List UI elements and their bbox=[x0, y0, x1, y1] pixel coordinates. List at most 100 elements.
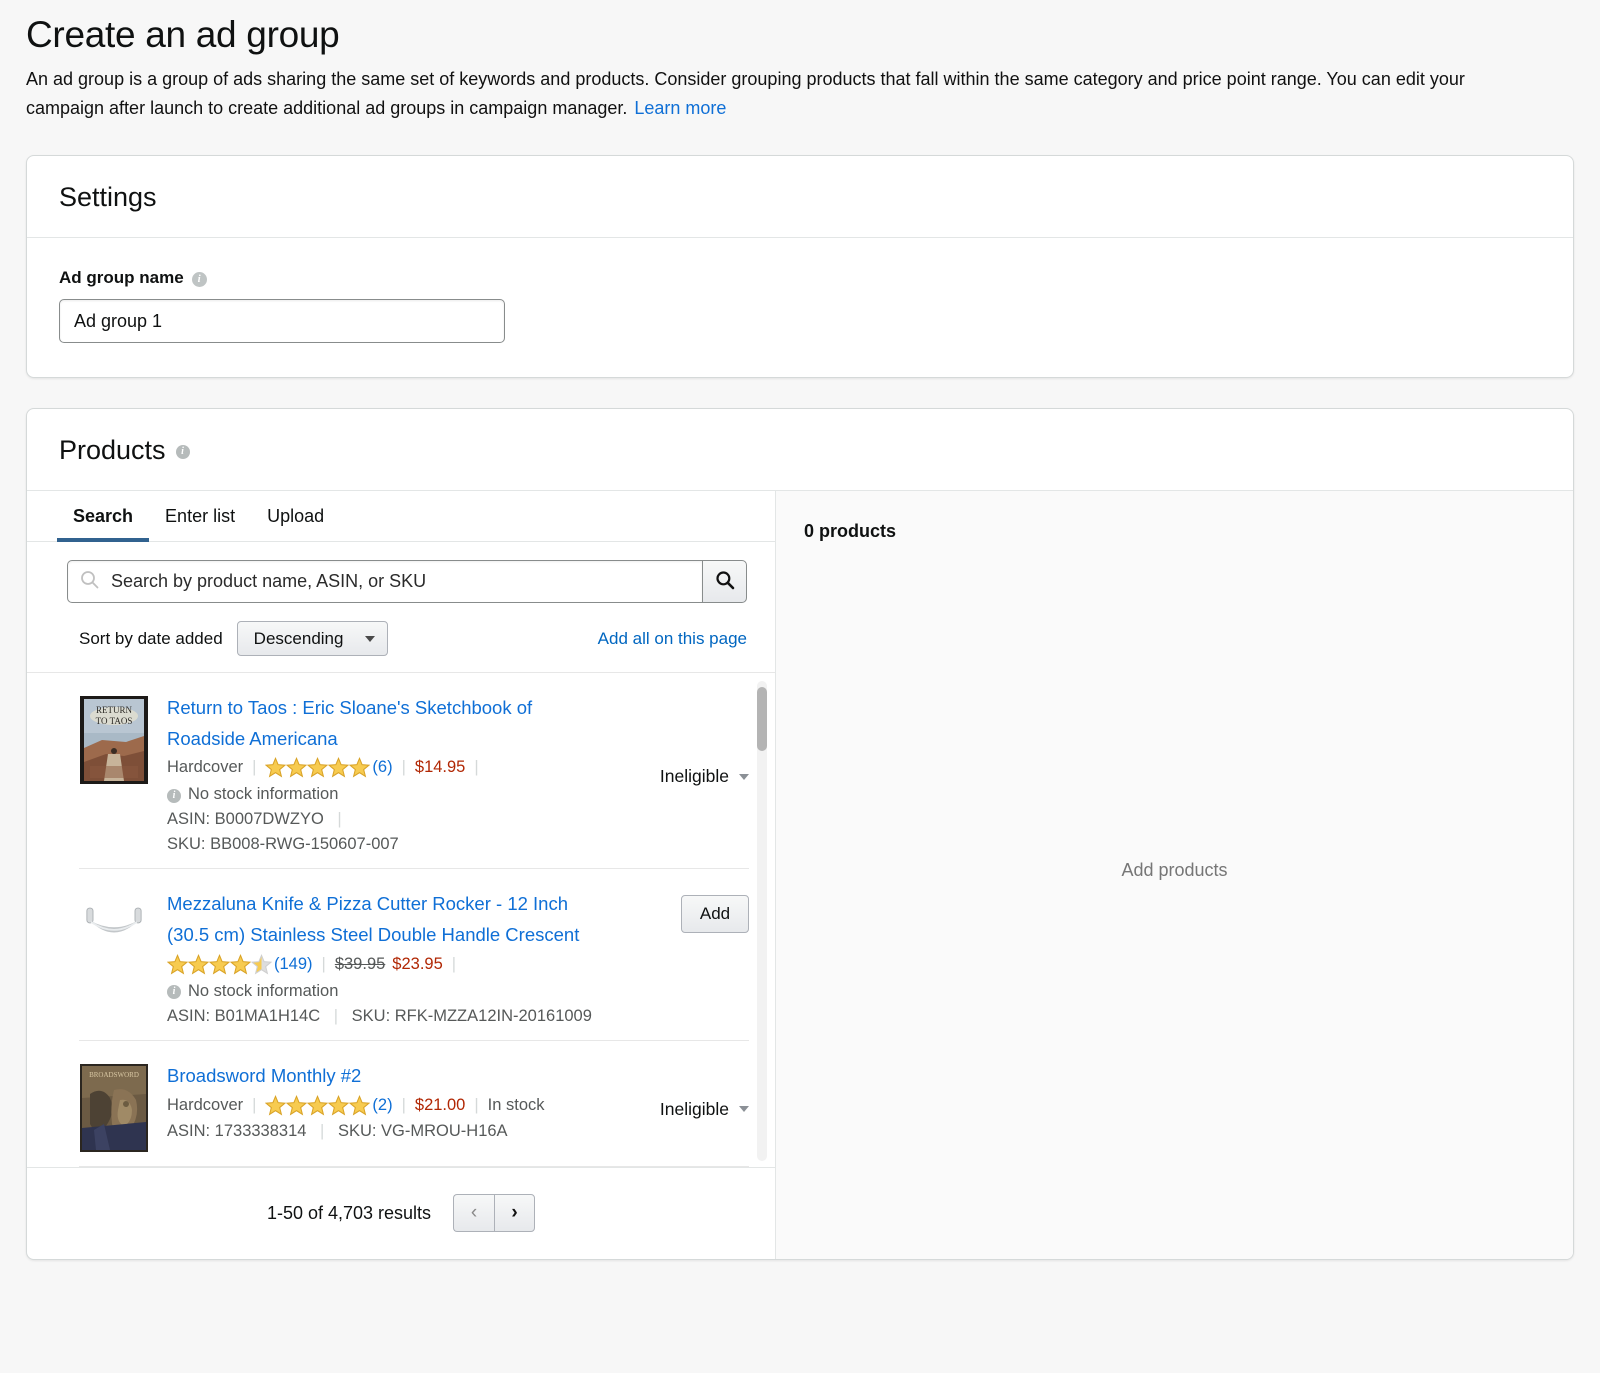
learn-more-link[interactable]: Learn more bbox=[634, 98, 726, 118]
product-info: Return to Taos : Eric Sloane's Sketchboo… bbox=[167, 693, 601, 854]
product-list-price: $39.95 bbox=[334, 954, 386, 973]
list-item: BROADSWORD Broadsword Monthly #2 Hardcov… bbox=[79, 1041, 749, 1167]
ad-group-name-label-row: Ad group name i bbox=[59, 268, 1541, 288]
product-sku: SKU: VG-MROU-H16A bbox=[337, 1121, 508, 1140]
star-rating-icon bbox=[167, 953, 272, 975]
status-label: Ineligible bbox=[659, 1098, 729, 1119]
selected-products-count: 0 products bbox=[804, 521, 897, 542]
chevron-down-icon bbox=[739, 1106, 749, 1113]
product-sku: SKU: RFK-MZZA12IN-20161009 bbox=[351, 1006, 592, 1025]
previous-page-button[interactable]: ‹ bbox=[453, 1194, 495, 1233]
settings-heading-label: Settings bbox=[59, 182, 157, 213]
product-meta-row: Hardcover | (2) | $21.00 | In stock bbox=[167, 1094, 601, 1116]
products-heading-label: Products bbox=[59, 435, 166, 466]
search-icon bbox=[715, 570, 735, 593]
selected-products-pane: 0 products Add products bbox=[776, 491, 1573, 1259]
product-stock-status: In stock bbox=[487, 1095, 545, 1114]
svg-text:RETURN: RETURN bbox=[96, 705, 133, 715]
add-all-container: Add all on this page bbox=[598, 629, 747, 649]
product-sku-row: SKU: BB008-RWG-150607-007 bbox=[167, 835, 601, 854]
product-stock-status: No stock information bbox=[188, 785, 339, 804]
info-icon[interactable]: i bbox=[191, 271, 207, 287]
book-cover-return-to-taos-icon: RETURN TO TAOS bbox=[80, 696, 148, 785]
list-item: Mezzaluna Knife & Pizza Cutter Rocker - … bbox=[79, 869, 749, 1041]
product-source-tabs: Search Enter list Upload bbox=[27, 491, 775, 543]
meta-separator: | bbox=[401, 758, 406, 777]
product-review-count[interactable]: (2) bbox=[372, 1096, 392, 1115]
product-stock-row: i No stock information bbox=[167, 982, 601, 1001]
product-rating: (2) bbox=[265, 1094, 393, 1116]
page-description-text: An ad group is a group of ads sharing th… bbox=[26, 69, 1465, 119]
meta-separator: | bbox=[252, 758, 257, 777]
info-icon[interactable]: i bbox=[167, 788, 181, 803]
scrollbar-thumb[interactable] bbox=[757, 687, 767, 752]
product-title-link[interactable]: Return to Taos : Eric Sloane's Sketchboo… bbox=[167, 693, 601, 754]
product-price: $23.95 bbox=[392, 954, 443, 973]
product-rating: (6) bbox=[265, 757, 393, 778]
meta-separator: | bbox=[333, 1006, 339, 1025]
product-title-link[interactable]: Mezzaluna Knife & Pizza Cutter Rocker - … bbox=[167, 889, 601, 950]
info-icon[interactable]: i bbox=[167, 985, 181, 1000]
ad-group-name-label: Ad group name bbox=[59, 268, 184, 288]
search-input[interactable] bbox=[109, 570, 690, 594]
product-list-scrollbar[interactable] bbox=[757, 681, 767, 1161]
meta-separator: | bbox=[320, 1121, 325, 1140]
add-product-button[interactable]: Add bbox=[681, 895, 749, 934]
ad-group-name-input[interactable] bbox=[59, 299, 505, 344]
add-all-on-page-link[interactable]: Add all on this page bbox=[598, 629, 747, 648]
search-input-wrapper[interactable] bbox=[67, 560, 702, 604]
product-list-pager: 1-50 of 4,703 results ‹ › bbox=[27, 1166, 775, 1259]
product-action: Ineligible bbox=[619, 693, 749, 854]
product-asin: ASIN: B0007DWZYO bbox=[167, 810, 324, 829]
tab-upload[interactable]: Upload bbox=[251, 492, 340, 542]
book-cover-broadsword-monthly-icon: BROADSWORD bbox=[80, 1063, 148, 1152]
sort-direction-select[interactable]: Descending bbox=[236, 621, 389, 657]
search-icon bbox=[80, 570, 99, 594]
product-title-link[interactable]: Broadsword Monthly #2 bbox=[167, 1061, 601, 1092]
list-item: RETURN TO TAOS Return to Taos : Eric Slo… bbox=[79, 673, 749, 870]
product-meta-row: Hardcover | (6) | $14.95 | bbox=[167, 757, 601, 778]
product-info: Broadsword Monthly #2 Hardcover | (2) | … bbox=[167, 1061, 601, 1152]
page-header: Create an ad group An ad group is a grou… bbox=[0, 0, 1600, 123]
product-price: $21.00 bbox=[414, 1095, 466, 1114]
tab-enter-list[interactable]: Enter list bbox=[149, 492, 251, 542]
settings-card-body: Ad group name i bbox=[27, 238, 1573, 377]
star-rating-icon bbox=[265, 757, 371, 778]
product-info: Mezzaluna Knife & Pizza Cutter Rocker - … bbox=[167, 889, 601, 1025]
meta-separator: | bbox=[451, 954, 457, 973]
product-meta-row: (149) | $39.95 $23.95 | bbox=[167, 953, 601, 975]
status-badge-ineligible[interactable]: Ineligible bbox=[660, 1067, 749, 1152]
meta-separator: | bbox=[401, 1095, 406, 1114]
meta-separator: | bbox=[474, 1095, 479, 1114]
product-id-row: ASIN: B01MA1H14C | SKU: RFK-MZZA12IN-201… bbox=[167, 1007, 601, 1026]
product-review-count[interactable]: (6) bbox=[372, 758, 392, 777]
product-asin-row: ASIN: B0007DWZYO | bbox=[167, 810, 601, 829]
product-id-row: ASIN: 1733338314 | SKU: VG-MROU-H16A bbox=[167, 1122, 601, 1141]
page-title: Create an ad group bbox=[26, 14, 340, 55]
next-page-button[interactable]: › bbox=[494, 1194, 536, 1233]
settings-card: Settings Ad group name i bbox=[26, 155, 1574, 379]
sort-direction-value: Descending bbox=[253, 628, 344, 648]
products-card-body: Search Enter list Upload Search by produ… bbox=[27, 491, 1573, 1259]
search-submit-button[interactable] bbox=[702, 560, 747, 604]
products-heading: Products i bbox=[59, 435, 1541, 466]
chevron-down-icon bbox=[365, 635, 376, 642]
product-result-list: RETURN TO TAOS Return to Taos : Eric Slo… bbox=[27, 673, 775, 1167]
info-icon[interactable]: i bbox=[175, 444, 190, 459]
product-price: $14.95 bbox=[414, 758, 466, 777]
product-action: Add bbox=[619, 889, 749, 1025]
settings-card-header: Settings bbox=[27, 156, 1573, 239]
tab-search[interactable]: Search bbox=[57, 492, 150, 543]
sort-row: Sort by date added Descending Add all on… bbox=[27, 603, 775, 674]
sort-label: Sort by date added bbox=[79, 628, 223, 648]
products-card: Products i Search Enter list Upload Sear… bbox=[26, 408, 1574, 1260]
status-badge-ineligible[interactable]: Ineligible bbox=[660, 699, 749, 854]
product-format: Hardcover bbox=[167, 1095, 244, 1114]
meta-separator: | bbox=[474, 758, 479, 777]
meta-separator: | bbox=[337, 810, 342, 829]
product-review-count[interactable]: (149) bbox=[274, 955, 313, 974]
product-action: Ineligible bbox=[619, 1061, 749, 1152]
meta-separator: | bbox=[321, 954, 326, 973]
pager-buttons: ‹ › bbox=[453, 1194, 536, 1233]
product-asin: ASIN: B01MA1H14C bbox=[167, 1006, 321, 1025]
